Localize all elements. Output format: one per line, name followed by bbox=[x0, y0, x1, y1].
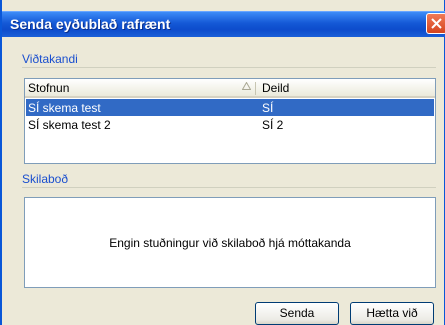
close-button[interactable] bbox=[426, 13, 445, 34]
row-deild: SÍ 2 bbox=[262, 118, 284, 132]
column-header-deild[interactable]: Deild bbox=[262, 81, 289, 95]
window-title: Senda eyðublað rafrænt bbox=[10, 16, 171, 32]
message-box: Engin stuðningur við skilaboð hjá móttak… bbox=[24, 197, 436, 288]
send-form-dialog: Senda eyðublað rafrænt Viðtakandi Stofnu… bbox=[0, 0, 445, 325]
list-row-selected[interactable]: SÍ skema test SÍ bbox=[26, 99, 434, 116]
column-separator[interactable] bbox=[255, 82, 256, 95]
sort-ascending-icon bbox=[242, 82, 251, 90]
list-row[interactable]: SÍ skema test 2 SÍ 2 bbox=[26, 116, 434, 133]
recipient-group-divider bbox=[22, 67, 436, 68]
row-stofnun: SÍ skema test 2 bbox=[28, 118, 111, 132]
row-stofnun: SÍ skema test bbox=[28, 101, 101, 115]
cancel-button[interactable]: Hætta við bbox=[350, 302, 434, 325]
close-icon bbox=[431, 18, 442, 29]
recipient-group-label: Viðtakandi bbox=[22, 52, 78, 66]
message-group-label: Skilaboð bbox=[22, 172, 69, 186]
title-bar[interactable]: Senda eyðublað rafrænt bbox=[2, 11, 445, 37]
list-header: Stofnun Deild bbox=[25, 79, 435, 98]
message-group-divider bbox=[22, 187, 436, 188]
send-button[interactable]: Senda bbox=[255, 302, 339, 325]
recipient-list[interactable]: Stofnun Deild SÍ skema test SÍ SÍ skema … bbox=[24, 78, 436, 164]
message-text: Engin stuðningur við skilaboð hjá móttak… bbox=[109, 236, 351, 250]
row-deild: SÍ bbox=[262, 101, 274, 115]
column-header-stofnun[interactable]: Stofnun bbox=[28, 81, 69, 95]
